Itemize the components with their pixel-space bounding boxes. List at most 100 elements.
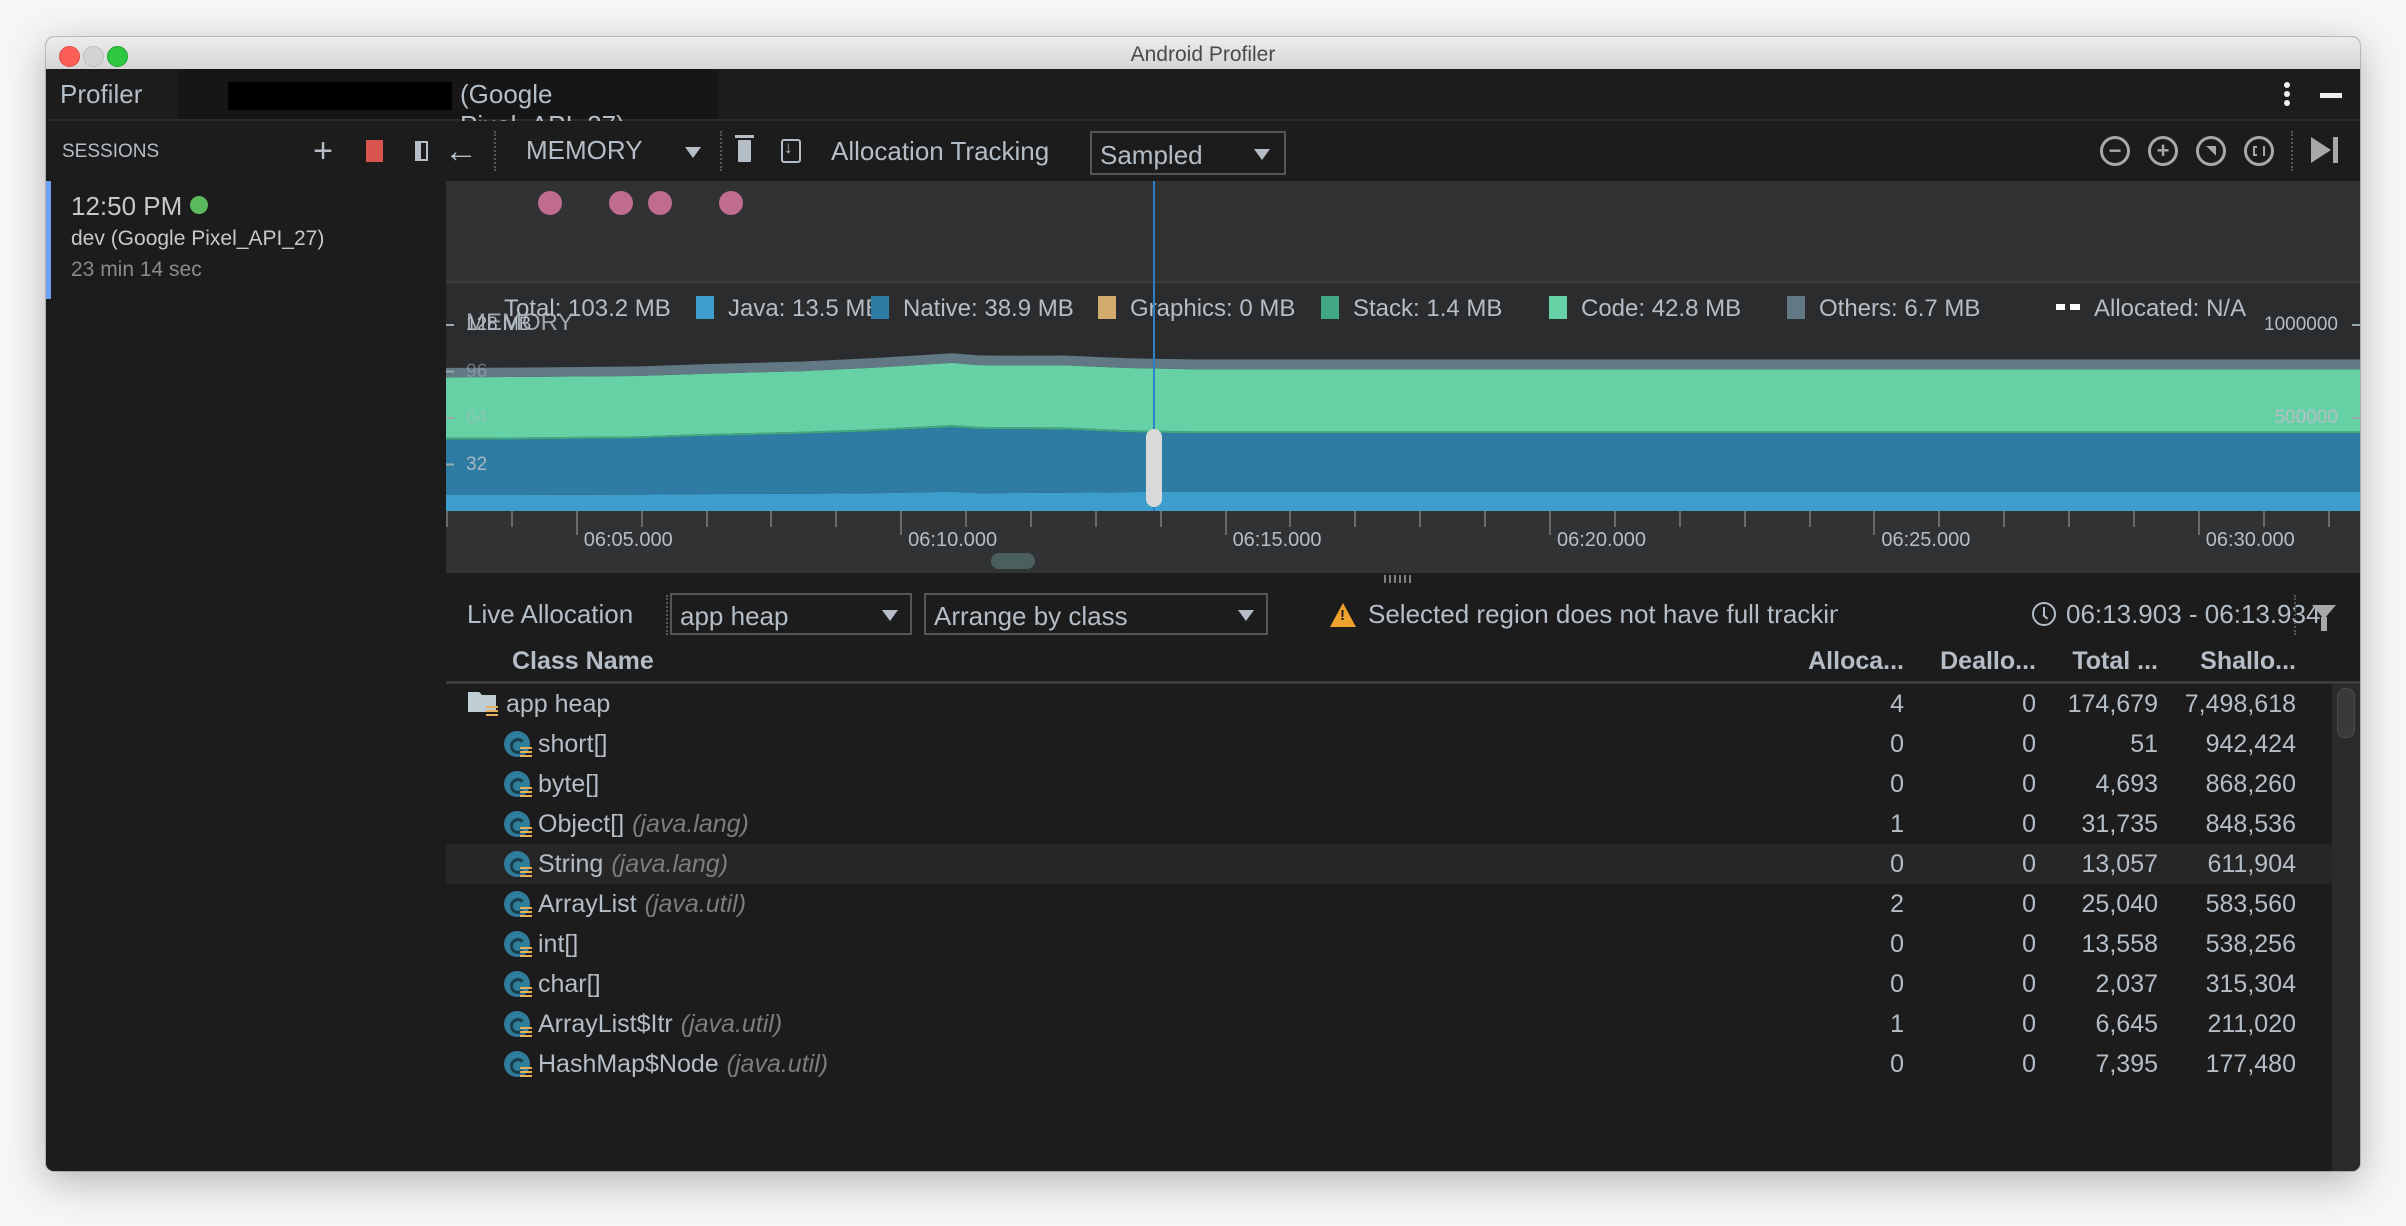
stop-icon[interactable]: [359, 135, 389, 167]
more-options-icon[interactable]: [2282, 82, 2292, 110]
table-row[interactable]: int[] 0 0 13,558 538,256: [446, 924, 2332, 964]
total-count-cell: 2,037: [2095, 970, 2158, 998]
zoom-in-icon[interactable]: +: [2148, 136, 2178, 166]
memory-chart[interactable]: 128 MB 96 64 32 1000000 500000 MEMORY Total: …: [446, 283, 2360, 521]
profiler-select[interactable]: MEMORY: [526, 135, 711, 167]
table-row[interactable]: app heap 4 0 174,679 7,498,618: [446, 684, 2332, 724]
event-timeline[interactable]: [446, 181, 2360, 283]
table-row[interactable]: String (java.lang) 0 0 13,057 611,904: [446, 844, 2332, 884]
user-event-marker[interactable]: [537, 191, 562, 215]
class-table: Class Name Alloca... Deallo... Total ...…: [446, 641, 2360, 1171]
redacted-process-name: [228, 82, 452, 110]
allocations-cell: 0: [1890, 850, 1904, 878]
deallocations-cell: 0: [2022, 930, 2036, 958]
session-time: 12:50 PM: [71, 191, 183, 221]
selection-handle[interactable]: [1146, 429, 1163, 507]
go-live-icon[interactable]: [2311, 137, 2339, 163]
class-name-cell: HashMap$Node (java.util): [538, 1050, 828, 1079]
area-java: [446, 491, 2360, 511]
session-item[interactable]: 12:50 PM dev (Google Pixel_API_27) 23 mi…: [46, 181, 446, 299]
user-event-marker[interactable]: [609, 191, 634, 215]
chevron-down-icon: [882, 610, 898, 621]
legend-swatch: [1549, 296, 1567, 319]
time-axis-tick: [1419, 511, 1422, 527]
profiler-label: Profiler: [60, 79, 143, 109]
panel-toggle-icon[interactable]: [406, 135, 436, 167]
tracking-warning: Selected region does not have full track…: [1368, 599, 1838, 629]
total-count-cell: 13,057: [2081, 850, 2158, 878]
y-axis-label: 32: [466, 453, 488, 475]
legend-label: Allocated: N/A: [2094, 295, 2247, 322]
profiler-select-value: MEMORY: [526, 135, 643, 165]
shallow-size-cell: 942,424: [2205, 730, 2296, 758]
column-shallow-size[interactable]: Shallo...: [2168, 647, 2296, 676]
package-name: (java.lang): [611, 850, 729, 878]
package-name: (java.util): [644, 890, 747, 918]
class-name-cell: char[]: [538, 970, 601, 999]
deallocations-cell: 0: [2022, 850, 2036, 878]
time-axis-tick: [2132, 511, 2135, 527]
column-deallocations[interactable]: Deallo...: [1914, 647, 2036, 676]
column-allocations[interactable]: Alloca...: [1776, 647, 1904, 676]
filter-icon[interactable]: [2312, 605, 2336, 631]
time-axis-tick: [446, 511, 448, 527]
y-axis-label: 96: [466, 360, 488, 382]
plus-icon[interactable]: +: [308, 134, 338, 168]
column-class-name[interactable]: Class Name: [512, 647, 654, 676]
allocation-tracking-select[interactable]: Sampled: [1090, 131, 1286, 175]
session-duration: 23 min 14 sec: [71, 258, 202, 281]
table-row[interactable]: byte[] 0 0 4,693 868,260: [446, 764, 2332, 804]
panel-splitter[interactable]: [446, 573, 2360, 587]
chevron-down-icon: [1238, 610, 1254, 621]
zoom-to-selection-icon[interactable]: [2244, 136, 2274, 166]
arrange-select[interactable]: Arrange by class: [924, 593, 1268, 635]
hide-panel-icon[interactable]: [2320, 93, 2342, 98]
user-event-marker[interactable]: [719, 191, 744, 215]
table-row[interactable]: Object[] (java.lang) 1 0 31,735 848,536: [446, 804, 2332, 844]
timeline-scrollbar[interactable]: [991, 553, 1035, 569]
table-row[interactable]: short[] 0 0 51 942,424: [446, 724, 2332, 764]
user-event-marker[interactable]: [648, 191, 673, 215]
allocations-cell: 0: [1890, 730, 1904, 758]
table-row[interactable]: HashMap$Node (java.util) 0 0 7,395 177,480: [446, 1044, 2332, 1084]
table-scrollbar[interactable]: [2332, 684, 2360, 1171]
table-row[interactable]: ArrayList$Itr (java.util) 1 0 6,645 211,020: [446, 1004, 2332, 1044]
time-axis-tick: [2327, 511, 2330, 527]
deallocations-cell: 0: [2022, 890, 2036, 918]
legend-item: Others: 6.7 MB: [1787, 295, 1980, 323]
trash-icon[interactable]: [729, 135, 759, 167]
total-count-cell: 31,735: [2081, 810, 2158, 838]
reset-zoom-icon[interactable]: [2196, 136, 2226, 166]
time-axis: 06:05.000 06:10.000 06:15.000 06:20.000 06:2…: [446, 511, 2360, 573]
shallow-size-cell: 538,256: [2205, 930, 2296, 958]
time-axis-tick: [2262, 511, 2265, 527]
profiler-header: Profiler (Google Pixel_API_27): [46, 69, 2360, 140]
clock-icon: [2032, 602, 2056, 626]
allocations-cell: 0: [1890, 970, 1904, 998]
class-name: ArrayList: [538, 890, 637, 918]
allocation-filter-bar: Live Allocation app heap Arrange by clas…: [446, 587, 2360, 641]
sessions-label: SESSIONS: [62, 141, 160, 162]
total-count-cell: 51: [2130, 730, 2158, 758]
zoom-out-icon[interactable]: −: [2100, 136, 2130, 166]
class-name-cell: ArrayList$Itr (java.util): [538, 1010, 782, 1039]
column-total-count[interactable]: Total ...: [2042, 647, 2158, 676]
heap-dump-icon[interactable]: [776, 135, 806, 167]
class-name: ArrayList$Itr: [538, 1010, 673, 1038]
back-arrow-icon[interactable]: ←: [444, 132, 478, 170]
drag-grip-icon[interactable]: [1384, 575, 1414, 583]
time-axis-tick: [1808, 511, 1811, 527]
time-axis-tick: [1613, 511, 1616, 527]
legend-swatch: [1321, 296, 1339, 319]
table-row[interactable]: char[] 0 0 2,037 315,304: [446, 964, 2332, 1004]
class-icon: [504, 1011, 532, 1039]
heap-select[interactable]: app heap: [670, 593, 912, 635]
table-row[interactable]: ArrayList (java.util) 2 0 25,040 583,560: [446, 884, 2332, 924]
legend-label: Java: 13.5 MB: [728, 295, 882, 322]
process-tab[interactable]: (Google Pixel_API_27): [178, 69, 718, 140]
legend-item: Allocated: N/A: [2056, 295, 2246, 323]
legend-item: Native: 38.9 MB: [871, 295, 1074, 323]
toolbar-divider: [720, 131, 722, 171]
legend-swatch: [871, 296, 889, 319]
area-native: [446, 427, 2360, 495]
